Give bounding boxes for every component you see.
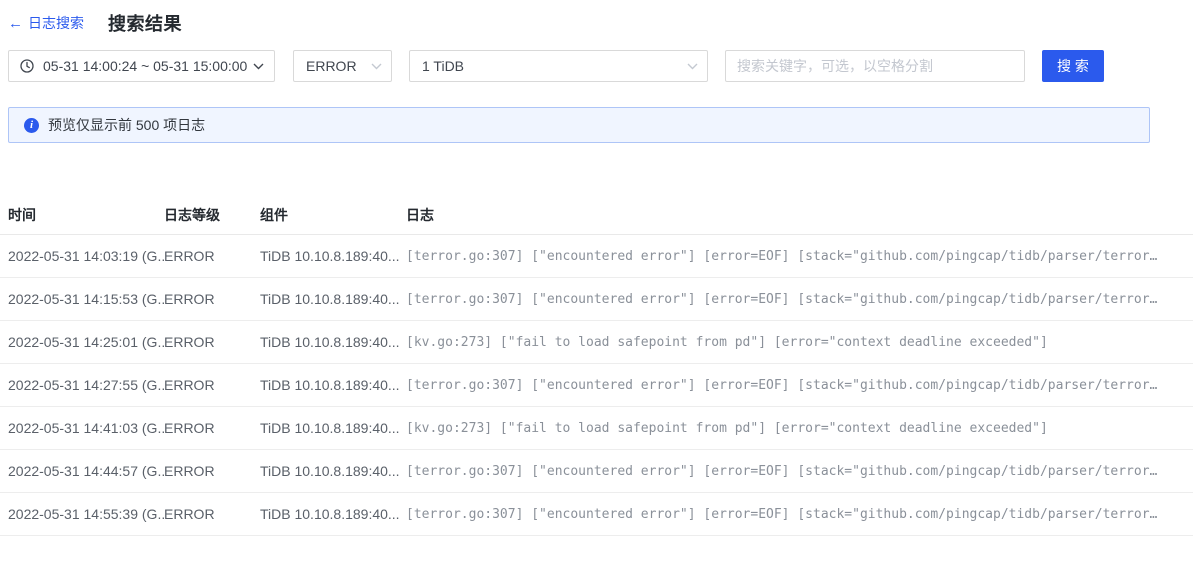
column-header-level: 日志等级	[164, 206, 220, 223]
chevron-down-icon	[371, 63, 382, 70]
back-arrow-icon: ←	[8, 14, 23, 32]
component-select[interactable]: 1 TiDB	[409, 50, 708, 82]
clock-icon	[20, 59, 34, 73]
chevron-down-icon	[687, 63, 698, 70]
log-table: 时间 日志等级 组件 日志 2022-05-31 14:03:19 (G... …	[0, 195, 1193, 536]
log-time: 2022-05-31 14:41:03 (G...	[8, 420, 164, 436]
log-time: 2022-05-31 14:03:19 (G...	[8, 248, 164, 264]
log-message: [kv.go:273] ["fail to load safepoint fro…	[406, 334, 1048, 350]
log-message: [kv.go:273] ["fail to load safepoint fro…	[406, 420, 1048, 436]
log-component: TiDB 10.10.8.189:40...	[260, 334, 400, 350]
search-button[interactable]: 搜 索	[1042, 50, 1104, 82]
log-level: ERROR	[164, 420, 215, 436]
log-component: TiDB 10.10.8.189:40...	[260, 248, 400, 264]
log-message: [terror.go:307] ["encountered error"] [e…	[406, 377, 1158, 393]
log-level: ERROR	[164, 291, 215, 307]
table-row[interactable]: 2022-05-31 14:27:55 (G... ERROR TiDB 10.…	[0, 364, 1193, 407]
table-row[interactable]: 2022-05-31 14:03:19 (G... ERROR TiDB 10.…	[0, 235, 1193, 278]
table-row[interactable]: 2022-05-31 14:15:53 (G... ERROR TiDB 10.…	[0, 278, 1193, 321]
table-row[interactable]: 2022-05-31 14:44:57 (G... ERROR TiDB 10.…	[0, 450, 1193, 493]
page-title: 搜索结果	[108, 14, 182, 34]
table-row[interactable]: 2022-05-31 14:25:01 (G... ERROR TiDB 10.…	[0, 321, 1193, 364]
log-level: ERROR	[164, 334, 215, 350]
log-time: 2022-05-31 14:25:01 (G...	[8, 334, 164, 350]
column-header-component: 组件	[260, 206, 288, 223]
info-icon: i	[24, 117, 39, 133]
log-message: [terror.go:307] ["encountered error"] [e…	[406, 248, 1158, 264]
log-level-select[interactable]: ERROR	[293, 50, 392, 82]
component-select-value: 1 TiDB	[422, 58, 465, 74]
page-header: ← 日志搜索 搜索结果	[0, 0, 1193, 34]
log-time: 2022-05-31 14:55:39 (G...	[8, 506, 164, 522]
log-level: ERROR	[164, 248, 215, 264]
filter-bar: 05-31 14:00:24 ~ 05-31 15:00:00 ERROR 1 …	[0, 50, 1193, 82]
log-level: ERROR	[164, 377, 215, 393]
table-row[interactable]: 2022-05-31 14:41:03 (G... ERROR TiDB 10.…	[0, 407, 1193, 450]
chevron-down-icon	[253, 63, 264, 70]
log-time: 2022-05-31 14:44:57 (G...	[8, 463, 164, 479]
log-message: [terror.go:307] ["encountered error"] [e…	[406, 463, 1158, 479]
log-time: 2022-05-31 14:15:53 (G...	[8, 291, 164, 307]
column-header-time: 时间	[8, 206, 36, 223]
column-header-log: 日志	[406, 206, 434, 223]
log-message: [terror.go:307] ["encountered error"] [e…	[406, 291, 1158, 307]
time-range-picker[interactable]: 05-31 14:00:24 ~ 05-31 15:00:00	[8, 50, 275, 82]
log-component: TiDB 10.10.8.189:40...	[260, 506, 400, 522]
log-level-value: ERROR	[306, 58, 357, 74]
log-component: TiDB 10.10.8.189:40...	[260, 463, 400, 479]
back-link[interactable]: ← 日志搜索	[8, 13, 84, 33]
alert-text: 预览仅显示前 500 项日志	[48, 117, 206, 133]
table-header: 时间 日志等级 组件 日志	[0, 195, 1193, 235]
log-component: TiDB 10.10.8.189:40...	[260, 291, 400, 307]
log-time: 2022-05-31 14:27:55 (G...	[8, 377, 164, 393]
table-row[interactable]: 2022-05-31 14:55:39 (G... ERROR TiDB 10.…	[0, 493, 1193, 536]
log-component: TiDB 10.10.8.189:40...	[260, 377, 400, 393]
back-link-label: 日志搜索	[28, 15, 84, 31]
time-range-value: 05-31 14:00:24 ~ 05-31 15:00:00	[43, 58, 248, 74]
keyword-input[interactable]	[725, 50, 1025, 82]
preview-limit-alert: i 预览仅显示前 500 项日志	[8, 107, 1150, 143]
log-level: ERROR	[164, 506, 215, 522]
log-message: [terror.go:307] ["encountered error"] [e…	[406, 506, 1158, 522]
log-level: ERROR	[164, 463, 215, 479]
log-component: TiDB 10.10.8.189:40...	[260, 420, 400, 436]
log-table-body: 2022-05-31 14:03:19 (G... ERROR TiDB 10.…	[0, 235, 1193, 536]
